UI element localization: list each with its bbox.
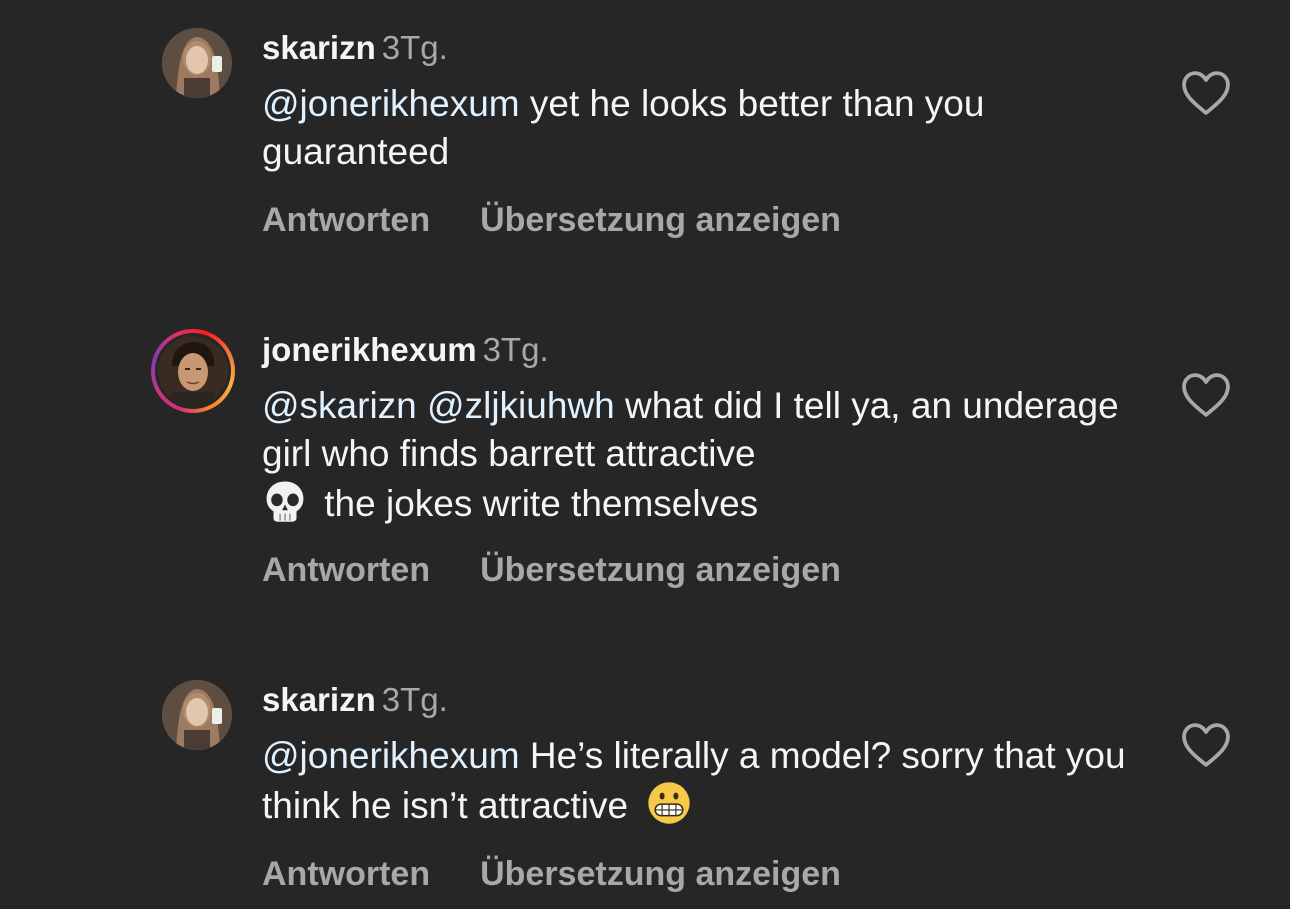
comment-actions: Antworten Übersetzung anzeigen <box>262 200 1142 240</box>
username[interactable]: jonerikhexum <box>262 331 477 368</box>
heart-outline-icon[interactable] <box>1180 70 1232 116</box>
skull-emoji-icon <box>266 481 304 522</box>
see-translation-button[interactable]: Übersetzung anzeigen <box>480 855 841 893</box>
avatar[interactable] <box>162 680 234 752</box>
heart-outline-icon[interactable] <box>1180 372 1232 418</box>
comment-header: skarizn 3Tg. <box>262 28 1142 68</box>
avatar-photo-icon <box>162 28 232 98</box>
timestamp: 3Tg. <box>381 29 448 66</box>
see-translation-button[interactable]: Übersetzung anzeigen <box>480 551 841 589</box>
timestamp: 3Tg. <box>381 681 448 718</box>
reply-button[interactable]: Antworten <box>262 855 430 893</box>
mention-link[interactable]: @jonerikhexum <box>262 83 520 124</box>
reply-button[interactable]: Antworten <box>262 551 430 589</box>
see-translation-button[interactable]: Übersetzung anzeigen <box>480 201 841 239</box>
comment-text: @skarizn @zljkiuhwh what did I tell ya, … <box>262 382 1142 528</box>
story-ring <box>151 329 235 413</box>
comment-text: @jonerikhexum He’s literally a model? so… <box>262 732 1142 830</box>
comment-header: skarizn 3Tg. <box>262 680 1142 720</box>
heart-outline-icon[interactable] <box>1180 722 1232 768</box>
reply-button[interactable]: Antworten <box>262 201 430 239</box>
username[interactable]: skarizn <box>262 681 376 718</box>
comment-header: jonerikhexum 3Tg. <box>262 330 1142 370</box>
username[interactable]: skarizn <box>262 29 376 66</box>
comment-actions: Antworten Übersetzung anzeigen <box>262 854 1142 894</box>
avatar[interactable] <box>151 329 235 413</box>
mention-link[interactable]: @skarizn @zljkiuhwh <box>262 385 615 426</box>
avatar-photo-icon <box>162 680 232 750</box>
avatar[interactable] <box>162 28 234 100</box>
grimacing-face-emoji-icon <box>648 782 691 824</box>
comment-body-continued: the jokes write themselves <box>324 483 759 524</box>
mention-link[interactable]: @jonerikhexum <box>262 735 520 776</box>
comment-actions: Antworten Übersetzung anzeigen <box>262 550 1142 590</box>
comment-text: @jonerikhexum yet he looks better than y… <box>262 80 1142 176</box>
avatar-photo-icon <box>158 336 228 406</box>
timestamp: 3Tg. <box>482 331 549 368</box>
